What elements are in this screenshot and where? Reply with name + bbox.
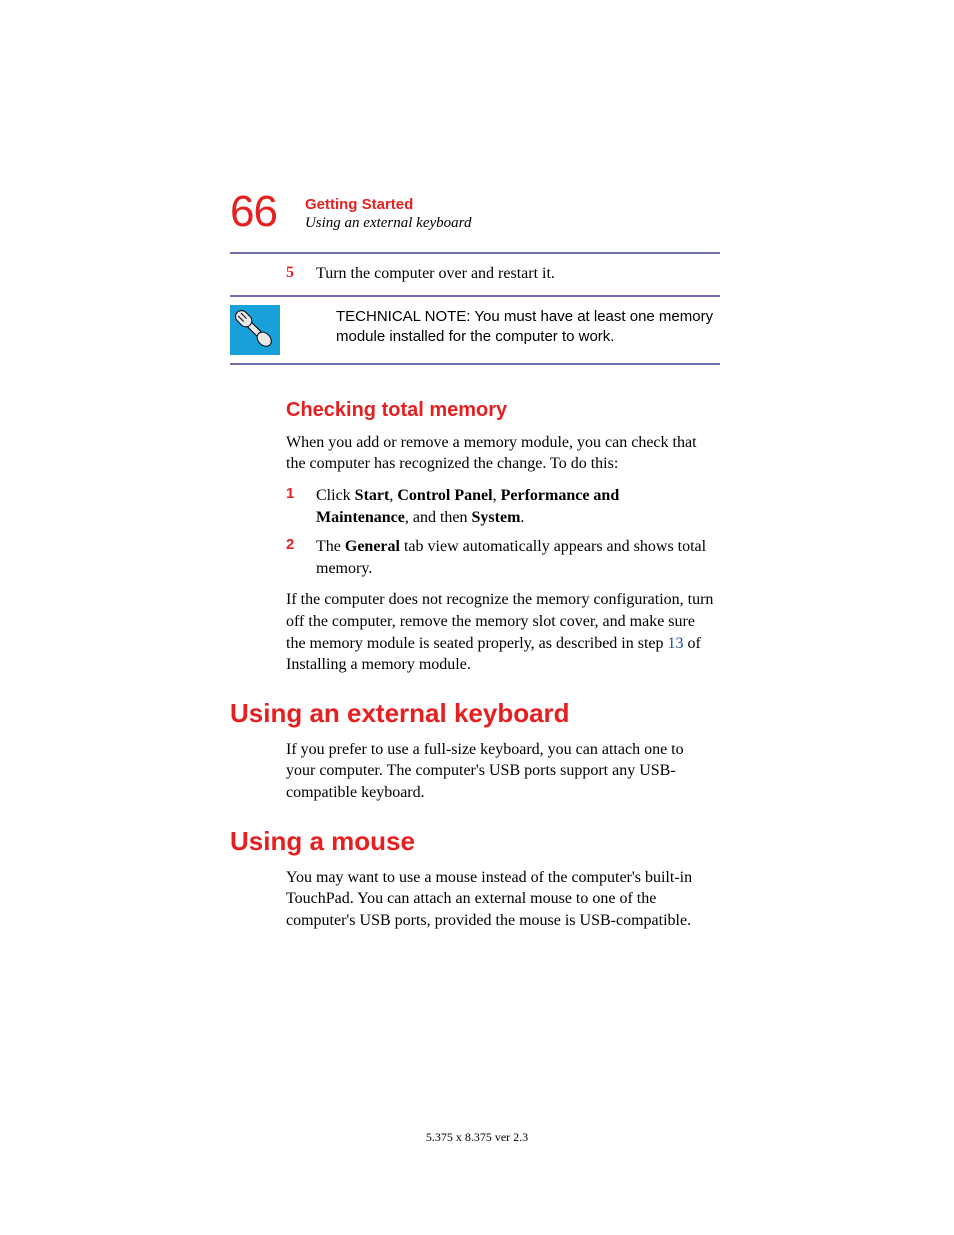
technical-note: TECHNICAL NOTE: You must have at least o… xyxy=(230,305,724,355)
checking-step-1: 1 Click Start, Control Panel, Performanc… xyxy=(286,485,724,528)
external-keyboard-body: If you prefer to use a full-size keyboar… xyxy=(286,739,716,804)
checking-intro: When you add or remove a memory module, … xyxy=(286,432,716,475)
checking-tail: If the computer does not recognize the m… xyxy=(286,589,716,675)
page-footer: 5.375 x 8.375 ver 2.3 xyxy=(0,1130,954,1145)
chapter-title: Getting Started xyxy=(305,196,472,213)
subheading-checking-memory: Checking total memory xyxy=(286,399,724,422)
list-text: Click Start, Control Panel, Performance … xyxy=(316,485,716,528)
technical-note-text: TECHNICAL NOTE: You must have at least o… xyxy=(336,305,716,348)
list-number: 1 xyxy=(286,485,316,528)
note-divider-bottom xyxy=(230,363,720,365)
list-text: The General tab view automatically appea… xyxy=(316,536,716,579)
section-subtitle: Using an external keyboard xyxy=(305,215,472,232)
list-number: 2 xyxy=(286,536,316,579)
page-header: 66 Getting Started Using an external key… xyxy=(230,190,724,234)
heading-external-keyboard: Using an external keyboard xyxy=(230,698,724,729)
divider xyxy=(230,252,720,254)
wrench-icon xyxy=(230,305,280,355)
step-5: 5 Turn the computer over and restart it. xyxy=(286,264,724,285)
note-divider-top xyxy=(230,295,720,297)
step-13-link[interactable]: 13 xyxy=(668,635,684,652)
step-number: 5 xyxy=(286,264,316,285)
heading-using-mouse: Using a mouse xyxy=(230,826,724,857)
checking-step-2: 2 The General tab view automatically app… xyxy=(286,536,724,579)
using-mouse-body: You may want to use a mouse instead of t… xyxy=(286,867,716,932)
page-number: 66 xyxy=(230,190,277,234)
step-text: Turn the computer over and restart it. xyxy=(316,264,555,285)
